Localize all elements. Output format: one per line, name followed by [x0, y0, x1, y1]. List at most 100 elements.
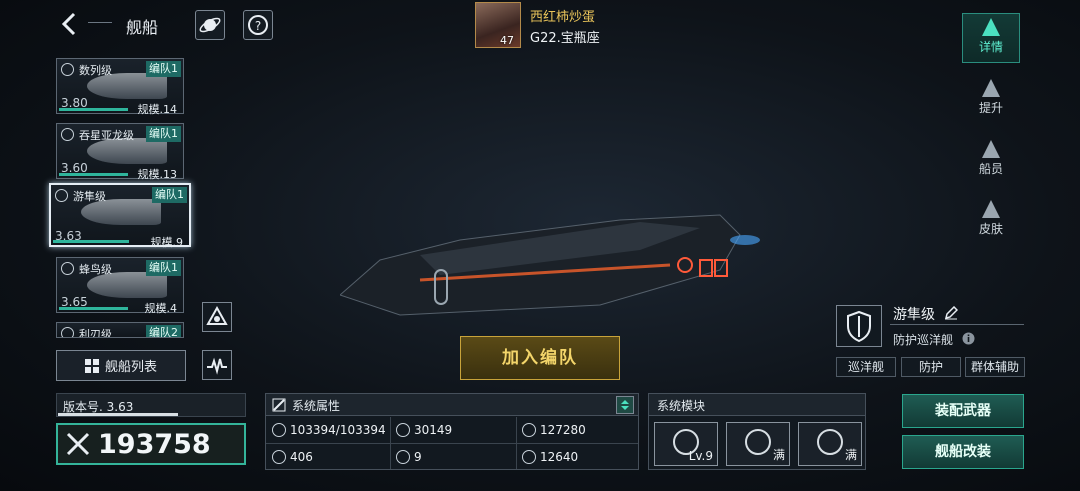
- attr-attack: 30149: [414, 423, 453, 437]
- tab-details[interactable]: 详情: [962, 13, 1020, 63]
- crossed-swords-icon: [66, 432, 90, 456]
- ship-list-button[interactable]: 舰船列表: [56, 350, 186, 381]
- tab-label: 提升: [978, 101, 1003, 115]
- chevron-left-icon: [61, 12, 76, 36]
- up-down-icon: [621, 400, 629, 410]
- attack-icon: [396, 423, 410, 437]
- ship-card[interactable]: 蜂鸟级 编队1 3.65 规模.4: [56, 257, 184, 315]
- ship-card-scale: 规模.4: [144, 302, 178, 315]
- divider: [88, 22, 112, 23]
- modules-panel: 系统模块 Lv.9 满 满: [648, 393, 866, 470]
- attr-hull: 103394/103394: [290, 423, 386, 437]
- ship-card[interactable]: 吞星亚龙级 编队1 3.60 规模.13: [56, 123, 184, 181]
- ship-model[interactable]: [340, 210, 760, 320]
- join-fleet-button[interactable]: 加入编队: [460, 336, 620, 380]
- selected-ship-class: 防护巡洋舰: [893, 333, 954, 347]
- ship-card-scale: 规模.9: [150, 236, 184, 249]
- attr-range: 12640: [540, 450, 579, 464]
- question-icon: ?: [248, 15, 268, 35]
- attr-speed: 406: [290, 450, 313, 464]
- team-badge: 编队1: [152, 187, 187, 203]
- version-progress: [58, 413, 178, 416]
- attributes-header: 系统属性: [266, 394, 638, 416]
- ship-type-icon: [61, 128, 74, 141]
- module-slot[interactable]: 满: [726, 422, 790, 466]
- tab-crew[interactable]: 船员: [962, 136, 1020, 186]
- modules-title: 系统模块: [649, 394, 865, 416]
- team-badge: 编队1: [146, 260, 181, 276]
- edit-icon[interactable]: [944, 306, 958, 320]
- equip-weapons-button[interactable]: 装配武器: [902, 394, 1024, 428]
- module-level: Lv.9: [688, 449, 713, 463]
- combat-power-value: 193758: [98, 428, 211, 460]
- attributes-title: 系统属性: [292, 399, 341, 413]
- tab-label: 船员: [978, 162, 1003, 176]
- ship-card-bar: [59, 108, 129, 111]
- divider: [890, 324, 1024, 325]
- ship-list-label: 舰船列表: [104, 360, 157, 375]
- skin-icon: [982, 200, 1000, 218]
- ship-card-scale: 规模.14: [137, 103, 178, 116]
- ship-card-name: 利刃级: [79, 328, 112, 338]
- ship-card-selected[interactable]: 游隼级 编队1 3.63 规模.9: [49, 183, 191, 249]
- ship-type-icon: [61, 63, 74, 76]
- fleet-filter-button[interactable]: [202, 302, 232, 332]
- planet-icon: [199, 17, 221, 33]
- grid-icon: [84, 358, 99, 373]
- divider: [516, 417, 517, 469]
- shield-icon: [55, 189, 68, 202]
- ship-tag: 群体辅助: [965, 357, 1025, 377]
- ship-card-bar: [53, 240, 129, 243]
- ship-card-scale: 规模.13: [137, 168, 178, 181]
- team-badge: 编队1: [146, 126, 181, 142]
- team-badge: 编队2: [146, 325, 181, 337]
- ship-card-name: 游隼级: [73, 190, 106, 203]
- ship-card[interactable]: 利刃级 编队2: [56, 322, 184, 338]
- attributes-icon: [272, 398, 286, 412]
- module-slot[interactable]: Lv.9: [654, 422, 718, 466]
- tab-upgrade[interactable]: 提升: [962, 75, 1020, 125]
- divider: [390, 417, 391, 469]
- ship-tag: 巡洋舰: [836, 357, 896, 377]
- planet-button[interactable]: [195, 10, 225, 40]
- info-icon[interactable]: [962, 332, 975, 345]
- module-icon: [817, 429, 843, 455]
- hull-icon: [272, 423, 286, 437]
- ship-modify-button[interactable]: 舰船改装: [902, 435, 1024, 469]
- back-button[interactable]: [56, 10, 84, 38]
- selected-ship-name: 游隼级: [893, 307, 935, 323]
- divider: [266, 443, 638, 444]
- player-server: G22.宝瓶座: [530, 31, 600, 46]
- ship-card-bar: [59, 307, 129, 310]
- player-avatar[interactable]: [475, 2, 521, 48]
- ship-card[interactable]: 数列级 编队1 3.80 规模.14: [56, 58, 184, 116]
- tab-skin[interactable]: 皮肤: [962, 196, 1020, 246]
- combat-power: 193758: [56, 423, 246, 465]
- player-level: 47: [500, 34, 514, 47]
- tab-label: 皮肤: [978, 222, 1003, 236]
- help-button[interactable]: ?: [243, 10, 273, 40]
- target-icon: [522, 450, 536, 464]
- armor-icon: [522, 423, 536, 437]
- team-badge: 编队1: [146, 61, 181, 77]
- shield-icon: [847, 310, 871, 343]
- attributes-panel: 系统属性 103394/103394 30149 127280 406 9 12…: [265, 393, 639, 470]
- attributes-toggle[interactable]: [616, 396, 634, 414]
- ship-tag: 防护: [901, 357, 961, 377]
- module-level: 满: [844, 448, 857, 462]
- module-level: 满: [772, 448, 785, 462]
- ship-type-icon: [61, 262, 74, 275]
- ship-card-name: 吞星亚龙级: [79, 129, 134, 142]
- svg-text:?: ?: [255, 19, 261, 33]
- tab-label: 详情: [978, 40, 1003, 54]
- stats-button[interactable]: [202, 350, 232, 380]
- crew-icon: [982, 140, 1000, 158]
- ship-card-name: 蜂鸟级: [79, 263, 112, 276]
- module-slot[interactable]: 满: [798, 422, 862, 466]
- module-icon: [745, 429, 771, 455]
- ship-class-badge: [836, 305, 882, 347]
- fleet-icon: [206, 305, 228, 325]
- player-name: 西红柿炒蛋: [530, 10, 596, 25]
- ship-card-bar: [59, 173, 129, 176]
- upgrade-icon: [982, 79, 1000, 97]
